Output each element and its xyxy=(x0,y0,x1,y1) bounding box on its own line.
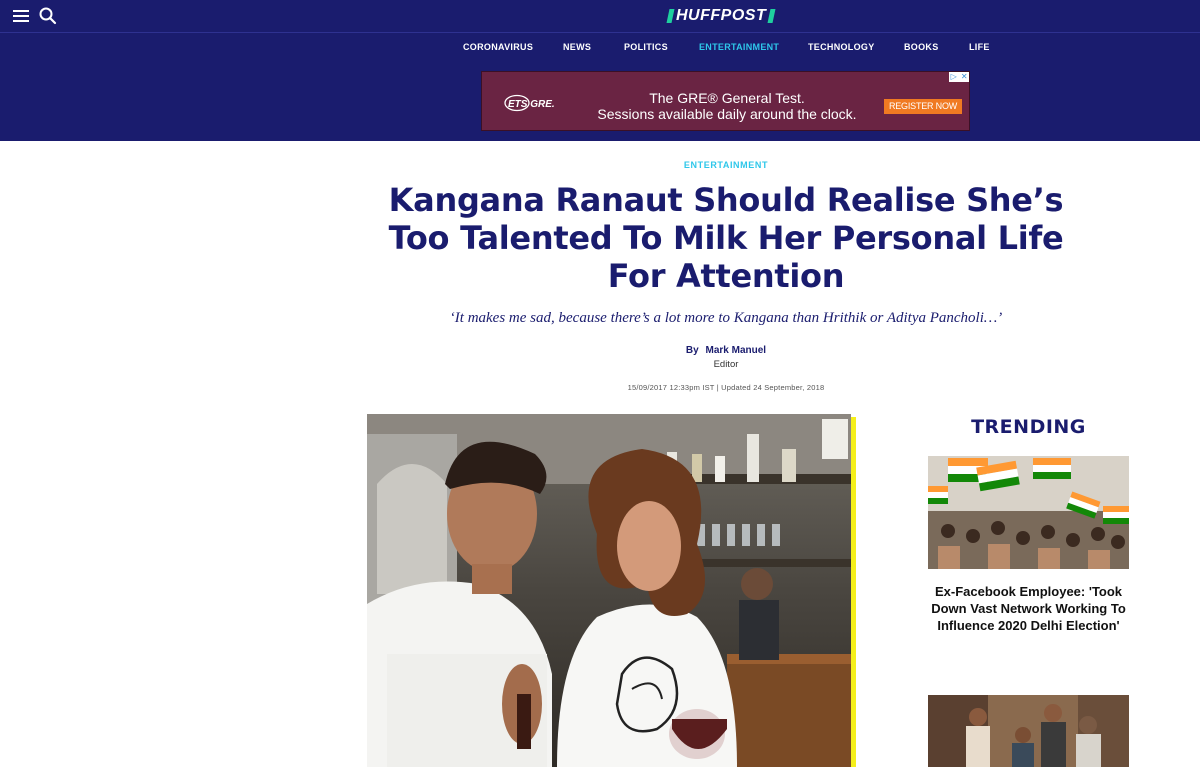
ad-band: ETS GRE. The GRE® General Test. Sessions… xyxy=(0,60,1200,141)
author-link[interactable]: Mark Manuel xyxy=(706,345,767,356)
logo-left-bar xyxy=(666,9,675,23)
nav-item-politics[interactable]: POLITICS xyxy=(624,42,668,52)
ets-gre-logo: ETS GRE. xyxy=(504,94,564,112)
nav-item-news[interactable]: NEWS xyxy=(563,42,591,52)
article-timestamp: 15/09/2017 12:33pm IST | Updated 24 Sept… xyxy=(627,383,825,392)
lead-photo[interactable] xyxy=(367,414,851,767)
nav-item-books[interactable]: BOOKS xyxy=(904,42,939,52)
hamburger-menu-icon[interactable] xyxy=(12,7,30,25)
logo-right-bar xyxy=(767,9,776,23)
search-icon[interactable] xyxy=(38,6,58,26)
ad-brand-text: ETS GRE. xyxy=(508,99,555,110)
byline: By Mark Manuel xyxy=(626,345,826,356)
nav-item-coronavirus[interactable]: CORONAVIRUS xyxy=(463,42,533,52)
nav-item-technology[interactable]: TECHNOLOGY xyxy=(808,42,875,52)
ad-choices[interactable]: ▷ ✕ xyxy=(949,72,969,82)
section-nav: CORONAVIRUS NEWS POLITICS ENTERTAINMENT … xyxy=(0,32,1200,60)
article-dek: ‘It makes me sad, because there’s a lot … xyxy=(449,310,1003,326)
nav-item-entertainment[interactable]: ENTERTAINMENT xyxy=(699,42,779,52)
author-role: Editor xyxy=(713,359,739,370)
adchoices-icon[interactable]: ▷ xyxy=(949,72,959,82)
article-headline: Kangana Ranaut Should Realise She’s Too … xyxy=(388,181,1064,295)
top-bar: HUFFPOST xyxy=(0,0,1200,32)
trending-story-headline[interactable]: Ex-Facebook Employee: 'Took Down Vast Ne… xyxy=(928,583,1129,634)
ad-register-button[interactable]: REGISTER NOW xyxy=(884,99,962,114)
ad-subline: Sessions available daily around the cloc… xyxy=(597,106,857,122)
trending-heading: TRENDING xyxy=(971,416,1086,438)
trending-story-image[interactable] xyxy=(928,456,1129,569)
logo-text: HUFFPOST xyxy=(676,7,767,24)
gre-banner-ad[interactable]: ETS GRE. The GRE® General Test. Sessions… xyxy=(481,71,970,131)
ad-close-icon[interactable]: ✕ xyxy=(960,72,970,82)
trending-story-image-2[interactable] xyxy=(928,695,1129,767)
nav-item-life[interactable]: LIFE xyxy=(969,42,990,52)
article-section-label[interactable]: ENTERTAINMENT xyxy=(0,160,1200,170)
huffpost-logo[interactable]: HUFFPOST xyxy=(666,7,776,25)
ad-headline: The GRE® General Test. xyxy=(649,90,805,106)
image-accent-rule xyxy=(851,417,856,767)
byline-prefix: By xyxy=(685,345,699,356)
